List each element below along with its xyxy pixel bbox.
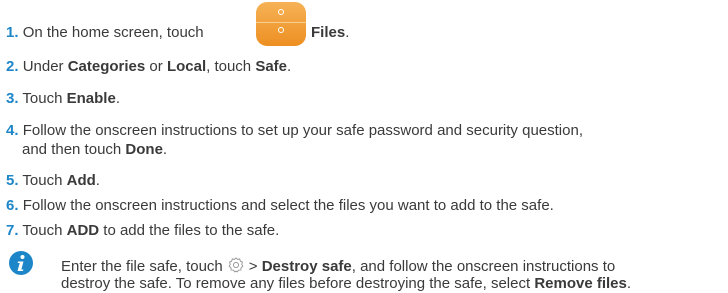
step-7: 7. Touch ADD to add the files to the saf… (6, 222, 280, 239)
settings-gear-icon (228, 257, 244, 273)
step-2: 2. Under Categories or Local, touch Safe… (6, 58, 292, 75)
step-1: 1. On the home screen, touch (6, 24, 204, 42)
files-app-icon[interactable] (256, 2, 306, 46)
step-4-continued: and then touch Done. (22, 141, 168, 158)
step-text: On the home screen, touch (22, 24, 204, 41)
step-5: 5. Touch Add. (6, 172, 100, 189)
note-line-1: Enter the file safe, touch > Destroy saf… (61, 257, 616, 275)
info-icon (9, 251, 33, 275)
step-4: 4. Follow the onscreen instructions to s… (6, 122, 583, 139)
step-3: 3. Touch Enable. (6, 90, 120, 107)
step-number: 1. (6, 24, 19, 41)
note-line-2: destroy the safe. To remove any files be… (61, 275, 632, 292)
step-1-files-label: Files. (311, 24, 350, 41)
step-6: 6. Follow the onscreen instructions and … (6, 197, 554, 214)
